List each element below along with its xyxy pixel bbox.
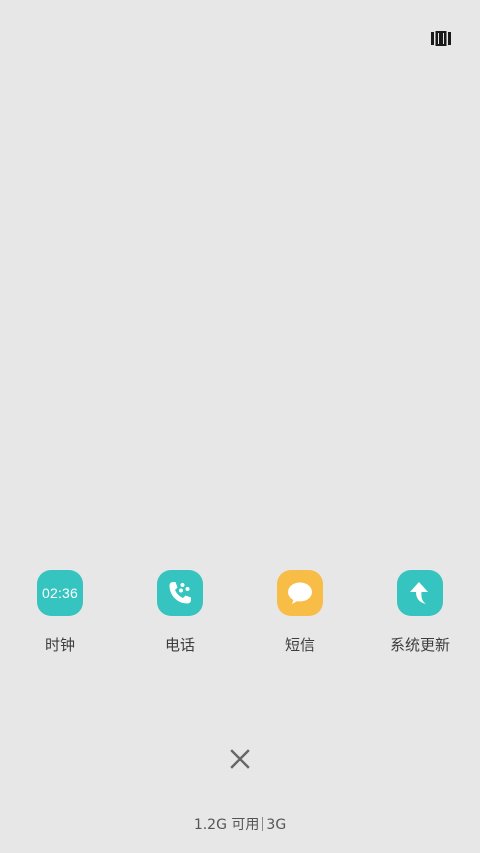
recent-app-messages[interactable]: 短信: [240, 569, 360, 669]
recent-app-label: 电话: [164, 636, 195, 654]
recent-app-label: 短信: [284, 636, 315, 654]
recent-app-label: 系统更新: [389, 636, 450, 654]
message-icon: [277, 570, 323, 616]
system-update-icon: [397, 570, 443, 616]
memory-available: 1.2G 可用: [193, 817, 260, 833]
close-icon: [230, 749, 250, 769]
recent-app-label: 时钟: [44, 636, 75, 654]
recent-app-system-update[interactable]: 系统更新: [360, 569, 480, 669]
memory-separator: [262, 817, 264, 831]
memory-status: 1.2G 可用 3G: [0, 815, 480, 835]
phone-icon: [157, 570, 203, 616]
recent-app-clock[interactable]: 02:36 时钟: [0, 569, 120, 669]
memory-total: 3G: [266, 817, 287, 833]
view-toggle-icon[interactable]: [431, 31, 451, 46]
clock-icon-time: 02:36: [41, 585, 79, 601]
clock-icon: 02:36: [37, 570, 83, 616]
recent-apps-row: 02:36 时钟 电话 短信 系统更新: [0, 569, 480, 669]
recent-app-phone[interactable]: 电话: [120, 569, 240, 669]
close-all-button[interactable]: [226, 745, 254, 773]
